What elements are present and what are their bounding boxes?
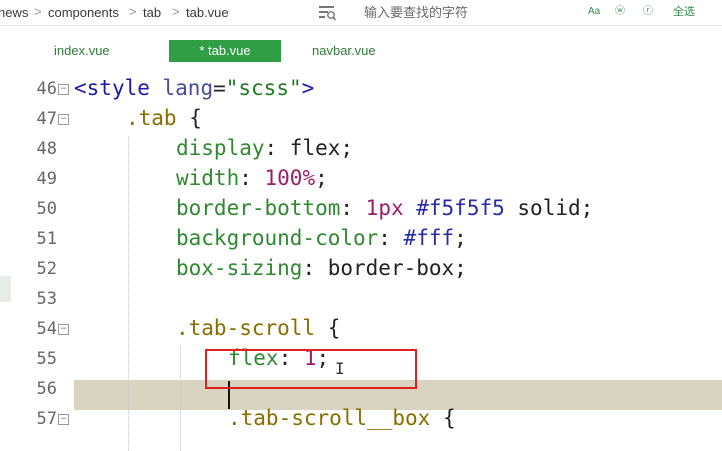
- code-line-52[interactable]: box-sizing: border-box;: [176, 253, 467, 283]
- code-token: <: [74, 76, 87, 100]
- code-token: border-bottom: [176, 196, 341, 220]
- code-token: 100%: [264, 166, 316, 190]
- indent-guide: [180, 346, 181, 451]
- code-token: "scss": [225, 76, 302, 100]
- match-case-icon[interactable]: Aa: [588, 6, 600, 18]
- breadcrumb-separator: >: [34, 4, 42, 19]
- fold-toggle-icon[interactable]: −: [58, 114, 69, 125]
- top-bar: news > components > tab > tab.vue 输入要查找的…: [0, 0, 722, 26]
- code-line-49[interactable]: width: 100%;: [176, 163, 328, 193]
- tab-tab-vue[interactable]: * tab.vue: [169, 40, 281, 62]
- code-token: lang: [149, 76, 214, 100]
- code-token: {: [176, 106, 202, 130]
- code-line-57[interactable]: .tab-scroll__box {: [228, 403, 456, 433]
- scroll-marker: [0, 276, 11, 302]
- tab-navbar-vue[interactable]: navbar.vue: [312, 40, 402, 62]
- line-number: 49: [36, 169, 57, 189]
- breadcrumb-item-components[interactable]: components: [48, 5, 119, 21]
- regex-icon[interactable]: ⓡ: [643, 6, 653, 18]
- code-token: :: [239, 166, 265, 190]
- code-token: =: [213, 76, 226, 100]
- line-number: 47: [36, 109, 57, 129]
- code-token: :: [340, 196, 366, 220]
- code-token: ;: [454, 226, 467, 250]
- line-number: 51: [36, 229, 57, 249]
- left-edge-strip: [0, 26, 13, 451]
- code-token: #fff: [403, 226, 455, 250]
- code-token: {: [430, 406, 456, 430]
- code-line-54[interactable]: .tab-scroll {: [176, 313, 340, 343]
- line-number: 53: [36, 289, 57, 309]
- code-token: .tab-scroll__box: [228, 406, 431, 430]
- select-all-button[interactable]: 全选: [673, 5, 695, 19]
- code-line-50[interactable]: border-bottom: 1px #f5f5f5 solid;: [176, 193, 593, 223]
- code-token: : border-box;: [302, 256, 467, 280]
- code-token: {: [315, 316, 341, 340]
- code-token: display: [176, 136, 265, 160]
- tab-index-vue[interactable]: index.vue: [54, 40, 134, 62]
- fold-toggle-icon[interactable]: −: [58, 414, 69, 425]
- code-token: solid;: [504, 196, 594, 220]
- line-number: 46: [36, 79, 57, 99]
- code-token: style: [86, 76, 150, 100]
- highlight-annotation-box: [205, 349, 417, 389]
- line-number: 50: [36, 199, 57, 219]
- code-token: :: [378, 226, 404, 250]
- code-token: width: [176, 166, 240, 190]
- code-token: : flex;: [264, 136, 354, 160]
- line-number: 52: [36, 259, 57, 279]
- code-token: >: [301, 76, 315, 100]
- line-number: 56: [36, 379, 57, 399]
- code-token: ;: [315, 166, 328, 190]
- code-token: 1px: [365, 196, 404, 220]
- line-number: 54: [36, 319, 57, 339]
- breadcrumb-item-file[interactable]: tab.vue: [186, 5, 229, 21]
- code-line-47[interactable]: .tab {: [126, 103, 202, 133]
- code-token: .tab-scroll: [176, 316, 316, 340]
- search-replace-icon[interactable]: [318, 4, 336, 22]
- code-line-51[interactable]: background-color: #fff;: [176, 223, 467, 253]
- code-token: #f5f5f5: [403, 196, 505, 220]
- editor-tab-strip: index.vue * tab.vue navbar.vue: [13, 26, 722, 68]
- breadcrumb-separator: >: [129, 4, 137, 19]
- breadcrumb-item-tab[interactable]: tab: [143, 5, 161, 21]
- line-number: 55: [36, 349, 57, 369]
- search-input[interactable]: 输入要查找的字符: [364, 5, 468, 21]
- line-number: 48: [36, 139, 57, 159]
- code-token: box-sizing: [176, 256, 303, 280]
- code-editor[interactable]: 46 − 47 − 48 49 50 51 52 53 54 − 55 56 5…: [13, 68, 722, 451]
- fold-toggle-icon[interactable]: −: [58, 84, 69, 95]
- breadcrumb-separator: >: [172, 4, 180, 19]
- code-token: .tab: [126, 106, 177, 130]
- indent-guide: [128, 136, 129, 451]
- code-token: background-color: [176, 226, 379, 250]
- line-number: 57: [36, 409, 57, 429]
- whole-word-icon[interactable]: ⓦ: [615, 6, 625, 18]
- code-line-46[interactable]: <style lang="scss">: [74, 73, 314, 103]
- breadcrumb-item-news[interactable]: news: [0, 5, 28, 21]
- code-line-48[interactable]: display: flex;: [176, 133, 353, 163]
- fold-toggle-icon[interactable]: −: [58, 324, 69, 335]
